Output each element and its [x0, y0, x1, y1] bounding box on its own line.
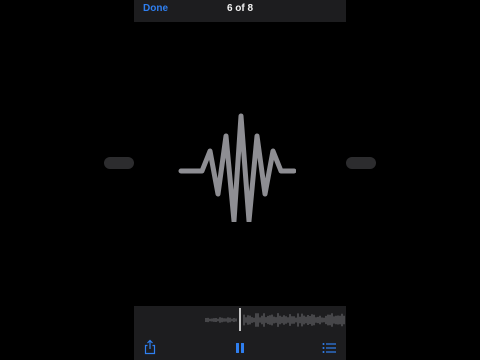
share-icon — [144, 339, 156, 355]
list-icon — [322, 343, 336, 353]
next-page-peek[interactable] — [346, 157, 376, 169]
audio-scrubber[interactable] — [134, 306, 346, 334]
navigation-bar: Done 6 of 8 — [134, 0, 346, 22]
waveform-icon — [178, 113, 296, 222]
page-title: 6 of 8 — [226, 3, 254, 14]
pause-button[interactable] — [235, 342, 245, 357]
preview-area — [134, 22, 346, 306]
list-button[interactable] — [322, 342, 337, 357]
share-button[interactable] — [143, 339, 157, 358]
phone-screen: Done 6 of 8 — [134, 0, 346, 360]
playback-toolbar — [134, 306, 346, 360]
previous-page-peek[interactable] — [104, 157, 134, 169]
pause-icon — [236, 343, 244, 353]
